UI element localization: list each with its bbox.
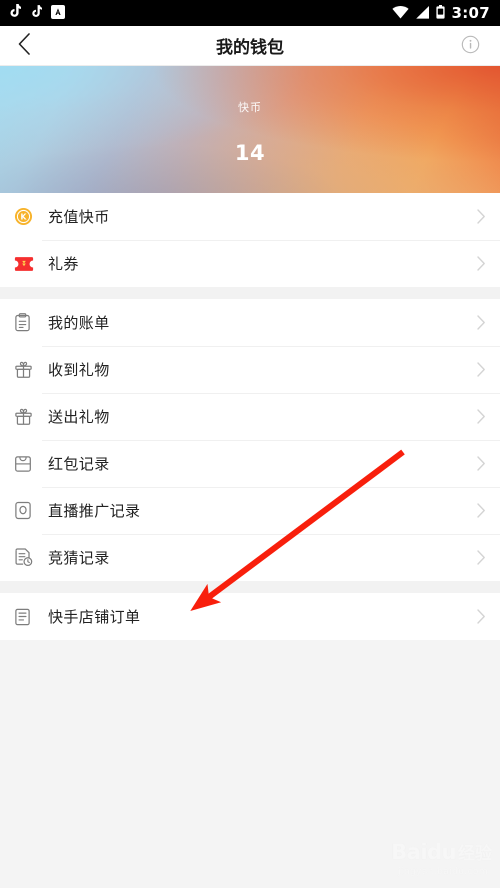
menu-item-label: 快手店铺订单 [48, 608, 141, 626]
menu-item-label: 直播推广记录 [48, 502, 141, 520]
envelope-icon [14, 455, 42, 473]
chevron-right-icon [477, 315, 486, 330]
menu-item-label: 竞猜记录 [48, 549, 110, 567]
menu-item-label: 我的账单 [48, 314, 110, 332]
balance-banner: 快币 14 [0, 66, 500, 193]
gift-icon [14, 360, 42, 379]
status-bar-clock: 3:07 [451, 4, 490, 22]
menu-item-recharge[interactable]: K 充值快币 [0, 193, 500, 240]
balance-value: 14 [234, 141, 266, 165]
chevron-right-icon [477, 362, 486, 377]
ticket-icon [14, 256, 42, 272]
menu-item-voucher[interactable]: 礼券 [0, 240, 500, 287]
app-header: 我的钱包 [0, 26, 500, 66]
menu-item-red-packet-records[interactable]: 红包记录 [0, 440, 500, 487]
group-separator [0, 581, 500, 593]
watermark-cn: 经验 [458, 844, 492, 864]
menu-item-label: 红包记录 [48, 455, 110, 473]
wifi-icon [392, 4, 410, 23]
menu-item-my-bills[interactable]: 我的账单 [0, 299, 500, 346]
status-bar: 3:07 [0, 0, 500, 26]
chevron-right-icon [477, 456, 486, 471]
back-button[interactable] [0, 26, 48, 66]
menu-item-gifts-sent[interactable]: 送出礼物 [0, 393, 500, 440]
info-button[interactable] [450, 26, 490, 66]
chevron-left-icon [18, 32, 31, 59]
watermark-url: jingyan.baidu.com [398, 867, 488, 877]
clipboard-icon [14, 313, 42, 332]
menu-item-label: 充值快币 [48, 208, 110, 226]
status-bar-left-icons [8, 3, 65, 23]
menu-item-label: 收到礼物 [48, 361, 110, 379]
live-badge-icon [14, 501, 42, 520]
battery-icon [436, 4, 446, 23]
tiktok-note-icon [30, 4, 42, 23]
coin-icon: K [14, 207, 42, 226]
menu-group-1: K 充值快币 礼券 [0, 193, 500, 287]
chevron-right-icon [477, 550, 486, 565]
menu-group-3: 快手店铺订单 [0, 593, 500, 640]
page-title: 我的钱包 [216, 38, 284, 58]
order-list-icon [14, 608, 42, 626]
baidu-watermark: Baidu 经验 jingyan.baidu.com [391, 839, 492, 877]
menu-item-shop-orders[interactable]: 快手店铺订单 [0, 593, 500, 640]
chevron-right-icon [477, 409, 486, 424]
status-bar-right: 3:07 [392, 4, 490, 23]
group-separator [0, 287, 500, 299]
app-badge-icon [51, 4, 65, 23]
chevron-right-icon [477, 209, 486, 224]
balance-label: 快币 [238, 101, 262, 114]
chevron-right-icon [477, 256, 486, 271]
menu-item-label: 送出礼物 [48, 408, 110, 426]
tiktok-note-icon [8, 3, 21, 23]
watermark-brand: Baidu [391, 840, 456, 864]
menu-item-guess-records[interactable]: 竞猜记录 [0, 534, 500, 581]
signal-icon [415, 4, 430, 23]
menu-item-gifts-received[interactable]: 收到礼物 [0, 346, 500, 393]
info-circle-icon [461, 35, 480, 58]
gift-icon [14, 407, 42, 426]
doc-clock-icon [14, 548, 42, 567]
menu-item-label: 礼券 [48, 255, 79, 273]
menu-item-live-promotion-records[interactable]: 直播推广记录 [0, 487, 500, 534]
wallet-menu-list: K 充值快币 礼券 我的账单 收到礼物 送出礼物 红包记录 直播推广记录 竞猜记… [0, 193, 500, 640]
phone-screen: 3:07 我的钱包 快币 14 K 充值快币 礼券 我的账单 收到礼物 送出礼物… [0, 0, 500, 888]
chevron-right-icon [477, 609, 486, 624]
menu-group-2: 我的账单 收到礼物 送出礼物 红包记录 直播推广记录 竞猜记录 [0, 299, 500, 581]
chevron-right-icon [477, 503, 486, 518]
